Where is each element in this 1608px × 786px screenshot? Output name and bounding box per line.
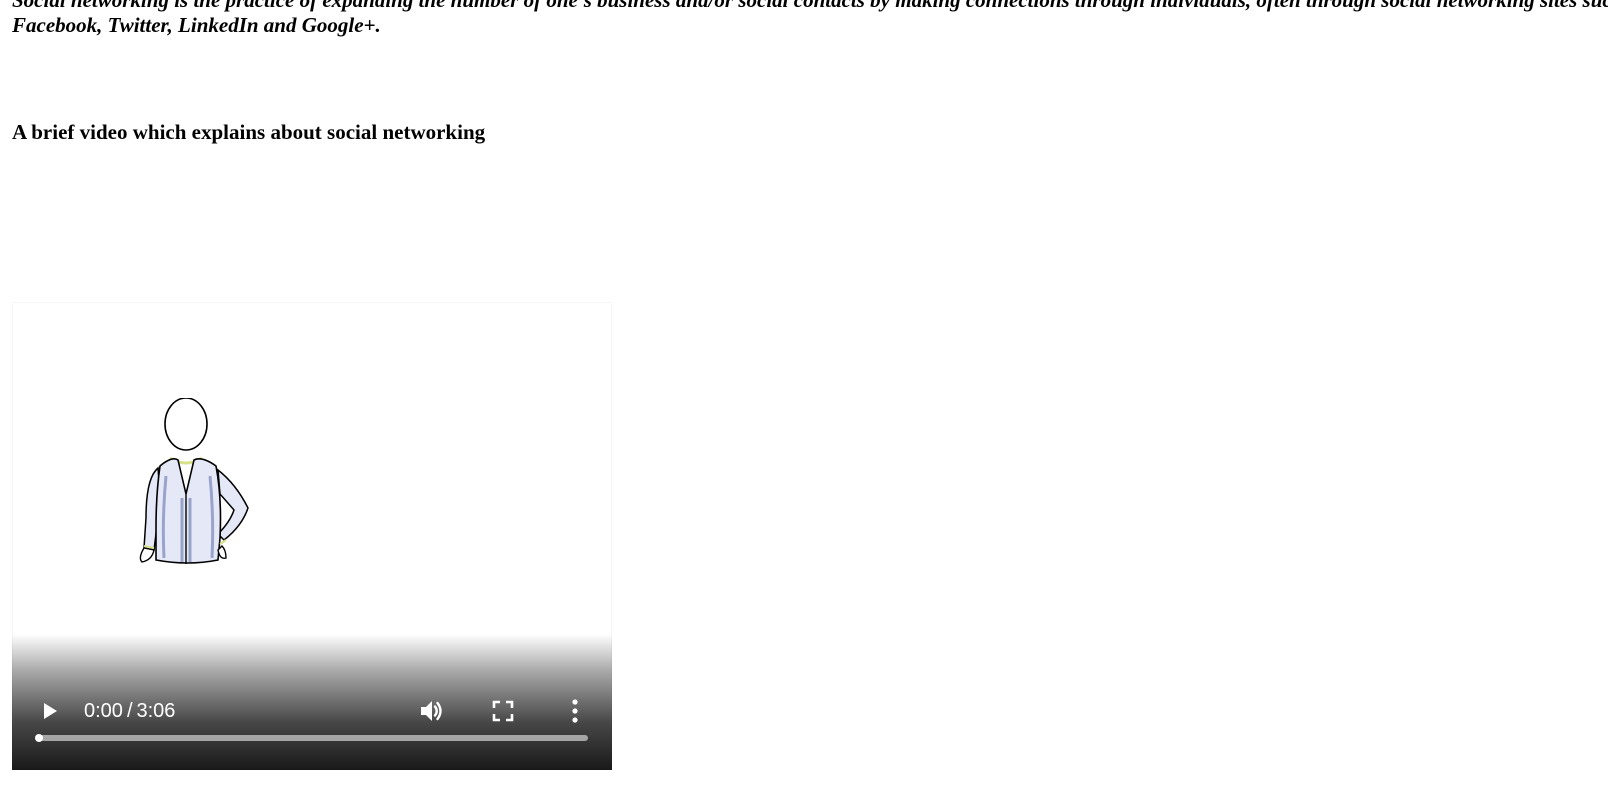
seek-thumb[interactable]	[35, 734, 43, 742]
intro-line-1: Social networking is the practice of exp…	[12, 0, 1608, 12]
seek-bar[interactable]	[35, 734, 588, 742]
more-options-button[interactable]	[560, 696, 590, 726]
person-figure-icon	[139, 398, 249, 564]
intro-paragraph: Social networking is the practice of exp…	[12, 0, 1608, 38]
time-display: 0:00/3:06	[84, 698, 175, 724]
page: Social networking is the practice of exp…	[0, 0, 1608, 786]
play-button[interactable]	[34, 696, 64, 726]
video-controls: 0:00/3:06	[12, 634, 612, 770]
fullscreen-icon	[492, 700, 514, 722]
volume-icon	[421, 701, 442, 721]
more-options-icon	[572, 699, 578, 723]
time-separator: /	[126, 700, 133, 722]
video-player[interactable]: 0:00/3:06	[12, 302, 612, 770]
fullscreen-button[interactable]	[488, 696, 518, 726]
intro-line-2: Facebook, Twitter, LinkedIn and Google+.	[12, 13, 381, 37]
mute-button[interactable]	[416, 696, 446, 726]
current-time: 0:00	[84, 700, 123, 722]
play-icon	[44, 703, 57, 719]
duration: 3:06	[136, 700, 176, 722]
video-heading: A brief video which explains about socia…	[12, 120, 486, 144]
